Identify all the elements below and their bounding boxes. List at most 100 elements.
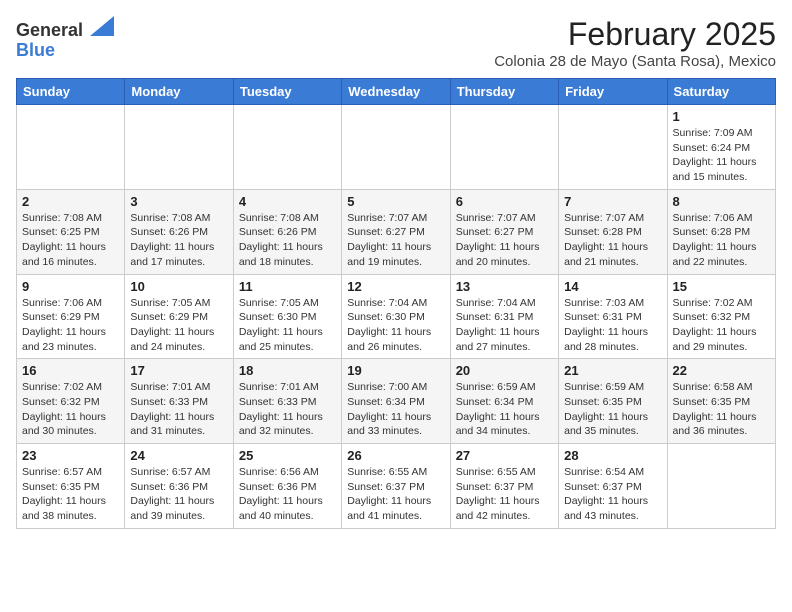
day-cell [233,105,341,190]
subtitle: Colonia 28 de Mayo (Santa Rosa), Mexico [494,53,776,70]
day-info: Sunrise: 6:56 AMSunset: 6:36 PMDaylight:… [239,465,336,524]
day-number: 15 [673,279,770,294]
day-cell: 7 Sunrise: 7:07 AMSunset: 6:28 PMDaylight… [559,189,667,274]
day-info: Sunrise: 6:59 AMSunset: 6:35 PMDaylight:… [564,380,661,439]
day-info: Sunrise: 6:58 AMSunset: 6:35 PMDaylight:… [673,380,770,439]
day-cell: 9Sunrise: 7:06 AMSunset: 6:29 PMDaylight… [17,274,125,359]
day-cell: 4 Sunrise: 7:08 AMSunset: 6:26 PMDaylight… [233,189,341,274]
day-info: Sunrise: 6:54 AMSunset: 6:37 PMDaylight:… [564,465,661,524]
day-number: 16 [22,363,119,378]
day-info: Sunrise: 7:04 AMSunset: 6:30 PMDaylight:… [347,296,444,355]
day-info: Sunrise: 7:09 AMSunset: 6:24 PMDaylight:… [673,126,770,185]
main-title: February 2025 [494,16,776,53]
week-row-1: 2 Sunrise: 7:08 AMSunset: 6:25 PMDaylight… [17,189,776,274]
day-number: 6 [456,194,553,209]
day-cell: 11 Sunrise: 7:05 AMSunset: 6:30 PMDayligh… [233,274,341,359]
day-cell: 18Sunrise: 7:01 AMSunset: 6:33 PMDayligh… [233,359,341,444]
week-row-3: 16 Sunrise: 7:02 AMSunset: 6:32 PMDayligh… [17,359,776,444]
day-cell: 23 Sunrise: 6:57 AMSunset: 6:35 PMDayligh… [17,444,125,529]
day-cell: 20 Sunrise: 6:59 AMSunset: 6:34 PMDayligh… [450,359,558,444]
week-row-2: 9Sunrise: 7:06 AMSunset: 6:29 PMDaylight… [17,274,776,359]
day-number: 22 [673,363,770,378]
day-number: 24 [130,448,227,463]
day-number: 12 [347,279,444,294]
logo-blue-text: Blue [16,40,55,60]
day-cell: 14 Sunrise: 7:03 AMSunset: 6:31 PMDayligh… [559,274,667,359]
day-info: Sunrise: 7:06 AMSunset: 6:29 PMDaylight:… [22,296,119,355]
day-cell [667,444,775,529]
day-info: Sunrise: 7:06 AMSunset: 6:28 PMDaylight:… [673,211,770,270]
day-cell: 17 Sunrise: 7:01 AMSunset: 6:33 PMDayligh… [125,359,233,444]
weekday-thursday: Thursday [450,79,558,105]
day-number: 20 [456,363,553,378]
week-row-0: 1 Sunrise: 7:09 AMSunset: 6:24 PMDaylight… [17,105,776,190]
calendar-body: 1 Sunrise: 7:09 AMSunset: 6:24 PMDaylight… [17,105,776,529]
day-info: Sunrise: 6:59 AMSunset: 6:34 PMDaylight:… [456,380,553,439]
title-block: February 2025 Colonia 28 de Mayo (Santa … [494,16,776,70]
day-number: 1 [673,109,770,124]
weekday-tuesday: Tuesday [233,79,341,105]
weekday-saturday: Saturday [667,79,775,105]
weekday-friday: Friday [559,79,667,105]
day-info: Sunrise: 6:57 AMSunset: 6:36 PMDaylight:… [130,465,227,524]
day-number: 21 [564,363,661,378]
day-info: Sunrise: 6:55 AMSunset: 6:37 PMDaylight:… [347,465,444,524]
weekday-monday: Monday [125,79,233,105]
day-cell: 12 Sunrise: 7:04 AMSunset: 6:30 PMDayligh… [342,274,450,359]
day-info: Sunrise: 6:57 AMSunset: 6:35 PMDaylight:… [22,465,119,524]
day-cell: 13 Sunrise: 7:04 AMSunset: 6:31 PMDayligh… [450,274,558,359]
calendar-table: SundayMondayTuesdayWednesdayThursdayFrid… [16,78,776,529]
day-number: 2 [22,194,119,209]
day-info: Sunrise: 7:03 AMSunset: 6:31 PMDaylight:… [564,296,661,355]
day-cell: 8 Sunrise: 7:06 AMSunset: 6:28 PMDaylight… [667,189,775,274]
day-cell: 22 Sunrise: 6:58 AMSunset: 6:35 PMDayligh… [667,359,775,444]
day-cell [559,105,667,190]
logo-icon [90,16,114,36]
day-number: 13 [456,279,553,294]
day-cell: 25Sunrise: 6:56 AMSunset: 6:36 PMDayligh… [233,444,341,529]
day-cell: 15 Sunrise: 7:02 AMSunset: 6:32 PMDayligh… [667,274,775,359]
day-number: 23 [22,448,119,463]
day-number: 4 [239,194,336,209]
day-number: 14 [564,279,661,294]
day-info: Sunrise: 7:08 AMSunset: 6:25 PMDaylight:… [22,211,119,270]
day-info: Sunrise: 7:02 AMSunset: 6:32 PMDaylight:… [673,296,770,355]
day-cell: 26 Sunrise: 6:55 AMSunset: 6:37 PMDayligh… [342,444,450,529]
day-info: Sunrise: 7:01 AMSunset: 6:33 PMDaylight:… [239,380,336,439]
day-info: Sunrise: 7:07 AMSunset: 6:27 PMDaylight:… [347,211,444,270]
day-cell: 2 Sunrise: 7:08 AMSunset: 6:25 PMDaylight… [17,189,125,274]
day-cell: 27 Sunrise: 6:55 AMSunset: 6:37 PMDayligh… [450,444,558,529]
day-number: 17 [130,363,227,378]
day-info: Sunrise: 7:07 AMSunset: 6:27 PMDaylight:… [456,211,553,270]
day-number: 7 [564,194,661,209]
day-cell: 16 Sunrise: 7:02 AMSunset: 6:32 PMDayligh… [17,359,125,444]
day-info: Sunrise: 7:08 AMSunset: 6:26 PMDaylight:… [239,211,336,270]
week-row-4: 23 Sunrise: 6:57 AMSunset: 6:35 PMDayligh… [17,444,776,529]
day-number: 10 [130,279,227,294]
day-number: 11 [239,279,336,294]
page-header: General Blue February 2025 Colonia 28 de… [16,16,776,70]
day-number: 8 [673,194,770,209]
weekday-sunday: Sunday [17,79,125,105]
day-cell: 5 Sunrise: 7:07 AMSunset: 6:27 PMDaylight… [342,189,450,274]
day-info: Sunrise: 6:55 AMSunset: 6:37 PMDaylight:… [456,465,553,524]
day-info: Sunrise: 7:07 AMSunset: 6:28 PMDaylight:… [564,211,661,270]
day-info: Sunrise: 7:02 AMSunset: 6:32 PMDaylight:… [22,380,119,439]
day-number: 5 [347,194,444,209]
day-info: Sunrise: 7:04 AMSunset: 6:31 PMDaylight:… [456,296,553,355]
day-cell: 6 Sunrise: 7:07 AMSunset: 6:27 PMDaylight… [450,189,558,274]
day-info: Sunrise: 7:05 AMSunset: 6:29 PMDaylight:… [130,296,227,355]
day-number: 3 [130,194,227,209]
day-number: 27 [456,448,553,463]
day-info: Sunrise: 7:05 AMSunset: 6:30 PMDaylight:… [239,296,336,355]
logo: General Blue [16,16,114,61]
day-number: 26 [347,448,444,463]
day-info: Sunrise: 7:00 AMSunset: 6:34 PMDaylight:… [347,380,444,439]
day-info: Sunrise: 7:01 AMSunset: 6:33 PMDaylight:… [130,380,227,439]
day-cell: 24 Sunrise: 6:57 AMSunset: 6:36 PMDayligh… [125,444,233,529]
day-cell [342,105,450,190]
day-cell: 21 Sunrise: 6:59 AMSunset: 6:35 PMDayligh… [559,359,667,444]
calendar-header: SundayMondayTuesdayWednesdayThursdayFrid… [17,79,776,105]
day-cell: 10 Sunrise: 7:05 AMSunset: 6:29 PMDayligh… [125,274,233,359]
weekday-wednesday: Wednesday [342,79,450,105]
